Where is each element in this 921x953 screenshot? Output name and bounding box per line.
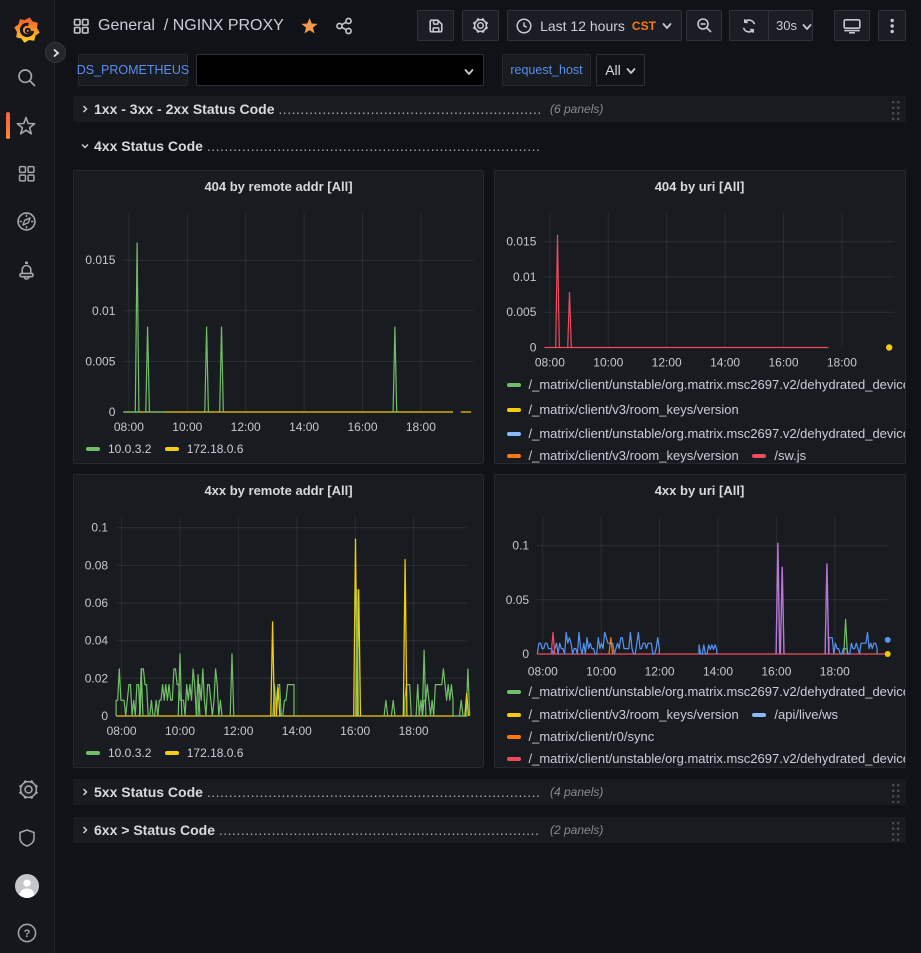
svg-text:0.02: 0.02: [85, 671, 109, 685]
svg-text:0: 0: [101, 709, 108, 723]
svg-text:18:00: 18:00: [826, 356, 856, 370]
svg-text:16:00: 16:00: [761, 665, 791, 679]
svg-text:14:00: 14:00: [289, 420, 319, 434]
svg-text:08:00: 08:00: [534, 356, 564, 370]
svg-text:12:00: 12:00: [651, 356, 681, 370]
svg-text:14:00: 14:00: [702, 665, 732, 679]
svg-text:0.08: 0.08: [85, 558, 109, 572]
svg-text:0.005: 0.005: [506, 305, 536, 319]
svg-text:0.1: 0.1: [91, 521, 108, 535]
svg-text:16:00: 16:00: [768, 356, 798, 370]
svg-text:0: 0: [529, 341, 536, 355]
svg-text:18:00: 18:00: [819, 665, 849, 679]
svg-text:12:00: 12:00: [223, 724, 253, 738]
svg-text:0.015: 0.015: [506, 235, 536, 249]
svg-text:10:00: 10:00: [586, 665, 616, 679]
svg-text:10:00: 10:00: [593, 356, 623, 370]
svg-text:0.1: 0.1: [512, 539, 529, 553]
svg-text:16:00: 16:00: [340, 724, 370, 738]
svg-text:08:00: 08:00: [107, 724, 137, 738]
svg-text:0.005: 0.005: [85, 354, 115, 368]
svg-text:14:00: 14:00: [282, 724, 312, 738]
svg-text:16:00: 16:00: [347, 420, 377, 434]
svg-text:0.06: 0.06: [85, 596, 109, 610]
svg-text:18:00: 18:00: [406, 420, 436, 434]
svg-text:0.015: 0.015: [85, 253, 115, 267]
svg-text:10:00: 10:00: [172, 420, 202, 434]
svg-text:0.04: 0.04: [85, 634, 109, 648]
svg-text:18:00: 18:00: [399, 724, 429, 738]
svg-text:08:00: 08:00: [527, 665, 557, 679]
svg-text:12:00: 12:00: [231, 420, 261, 434]
svg-text:14:00: 14:00: [710, 356, 740, 370]
svg-text:0.05: 0.05: [505, 593, 529, 607]
svg-text:?: ?: [24, 928, 31, 940]
svg-text:0.01: 0.01: [513, 270, 537, 284]
svg-text:12:00: 12:00: [644, 665, 674, 679]
svg-text:10:00: 10:00: [165, 724, 195, 738]
svg-text:0: 0: [522, 647, 529, 661]
svg-text:0.01: 0.01: [92, 304, 116, 318]
svg-text:08:00: 08:00: [114, 420, 144, 434]
svg-text:0: 0: [109, 405, 116, 419]
